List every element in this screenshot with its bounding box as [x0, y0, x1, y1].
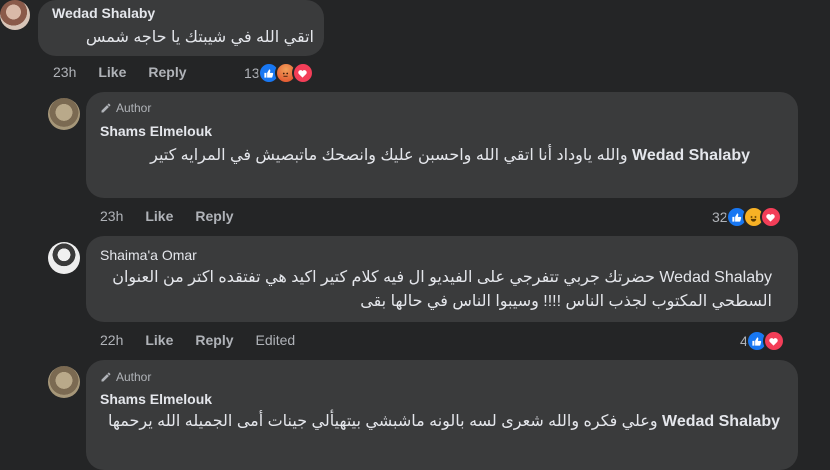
reply-button[interactable]: Reply	[148, 64, 186, 80]
comment-text: Wedad Shalaby حضرتك جربي تتفرجي على الفي…	[100, 266, 772, 314]
like-button[interactable]: Like	[145, 208, 173, 224]
comment-body: والله ياوداد أنا اتقي الله واحسبن عليك و…	[150, 147, 628, 164]
love-reaction-icon	[759, 206, 782, 228]
comment-body: وعلي فكره والله شعرى لسه بالونه ماشبشي ب…	[108, 413, 658, 430]
avatar-shams[interactable]	[48, 98, 80, 130]
comment-text: Wedad Shalaby وعلي فكره والله شعرى لسه ب…	[100, 410, 780, 434]
reaction-summary[interactable]: 13	[244, 62, 314, 84]
comment-author[interactable]: Wedad Shalaby	[52, 5, 155, 21]
comment-actions: 23h Like Reply	[53, 64, 209, 80]
comment-author[interactable]: Shams Elmelouk	[100, 391, 212, 407]
mention-link[interactable]: Wedad Shalaby	[662, 413, 780, 430]
avatar-wedad[interactable]	[0, 0, 30, 30]
reaction-summary[interactable]: 32	[712, 206, 782, 228]
reaction-summary[interactable]: 4	[740, 330, 785, 352]
like-button[interactable]: Like	[145, 332, 173, 348]
pencil-icon	[101, 372, 111, 382]
comment-actions: 22h Like Reply Edited	[100, 332, 317, 348]
comment-time[interactable]: 23h	[53, 64, 76, 80]
comment-author[interactable]: Shams Elmelouk	[100, 123, 212, 139]
author-badge-label: Author	[116, 101, 152, 115]
love-reaction-icon	[762, 330, 785, 352]
comment-time[interactable]: 23h	[100, 208, 123, 224]
comment-text: Wedad Shalaby والله ياوداد أنا اتقي الله…	[100, 144, 750, 168]
comment-text: اتقي الله في شيبتك يا حاجه شمس	[85, 29, 314, 46]
reply-button[interactable]: Reply	[195, 332, 233, 348]
pencil-icon	[101, 103, 111, 113]
comment-time[interactable]: 22h	[100, 332, 123, 348]
reply-button[interactable]: Reply	[195, 208, 233, 224]
author-badge-label: Author	[116, 370, 152, 384]
author-badge: Author	[100, 101, 151, 115]
comment-author[interactable]: Shaima'a Omar	[100, 247, 197, 263]
avatar-shaima[interactable]	[48, 242, 80, 274]
edited-label[interactable]: Edited	[256, 332, 296, 348]
avatar-shams[interactable]	[48, 366, 80, 398]
comment-actions: 23h Like Reply	[100, 208, 256, 224]
like-button[interactable]: Like	[98, 64, 126, 80]
mention-link[interactable]: Wedad Shalaby	[659, 269, 772, 286]
mention-link[interactable]: Wedad Shalaby	[632, 147, 750, 164]
author-badge: Author	[100, 370, 151, 384]
love-reaction-icon	[291, 62, 314, 84]
